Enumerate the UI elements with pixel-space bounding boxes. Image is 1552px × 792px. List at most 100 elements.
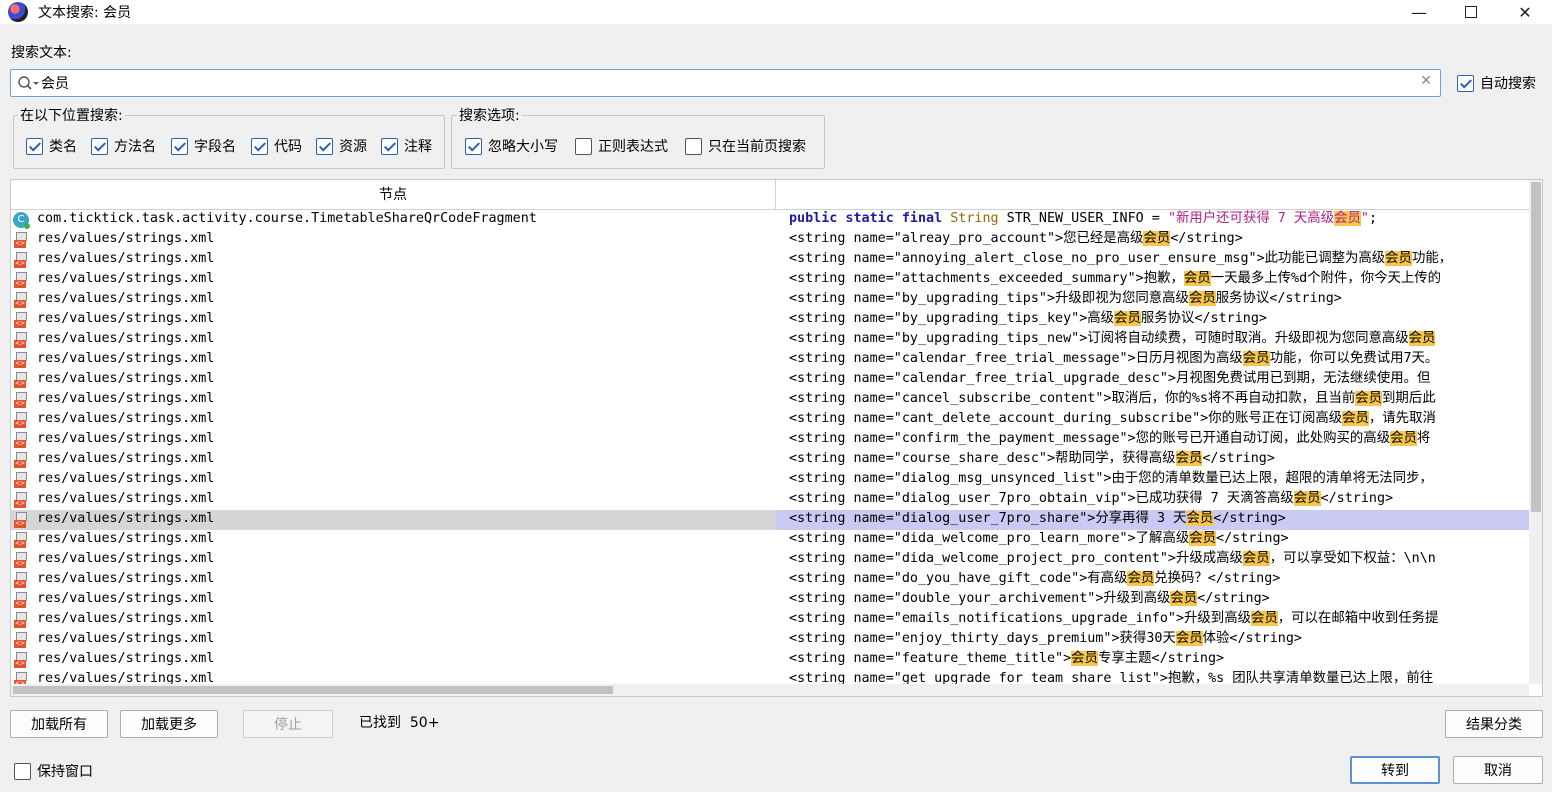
- table-row[interactable]: Ccom.ticktick.task.activity.course.Timet…: [11, 210, 1529, 230]
- table-row[interactable]: <> res/values/strings.xml <string name="do…: [11, 570, 1529, 590]
- option-checkbox-1[interactable]: 正则表达式: [575, 136, 668, 156]
- code-text: <string name="do_you_have_gift_code">有高级: [789, 571, 1128, 586]
- checkbox-box[interactable]: [91, 137, 108, 155]
- horizontal-scroll-thumb[interactable]: [13, 686, 613, 694]
- checkbox-box[interactable]: [251, 137, 268, 155]
- table-row[interactable]: <> res/values/strings.xml <string name="di…: [11, 550, 1529, 570]
- class-icon: C: [13, 212, 30, 229]
- clear-icon[interactable]: ✕: [1420, 73, 1432, 89]
- checkbox-box[interactable]: [171, 137, 188, 155]
- table-row[interactable]: <> res/values/strings.xml <string name="al…: [11, 230, 1529, 250]
- xml-resource-icon: <>: [14, 592, 28, 609]
- code-text: <string name="get_upgrade_for_team_share…: [789, 671, 1434, 684]
- load-all-button[interactable]: 加载所有: [10, 710, 108, 738]
- code-text: <string name="by_upgrading_tips">升级即视为您同…: [789, 291, 1189, 306]
- xml-resource-icon: <>: [14, 612, 28, 629]
- table-row[interactable]: <> res/values/strings.xml <string name="by…: [11, 330, 1529, 350]
- table-row[interactable]: <> res/values/strings.xml <string name="co…: [11, 450, 1529, 470]
- code-text: <string name="dialog_user_7pro_share">分享…: [789, 511, 1187, 526]
- code-text: </string>: [1216, 531, 1289, 546]
- location-checkbox-3[interactable]: 代码: [251, 136, 302, 156]
- match-highlight: 会员: [1188, 291, 1216, 306]
- code-cell: <string name="enjoy_thirty_days_premium"…: [776, 630, 1529, 650]
- vertical-scrollbar[interactable]: [1529, 180, 1542, 684]
- location-checkbox-2[interactable]: 字段名: [171, 136, 236, 156]
- xml-resource-icon: <>: [14, 392, 28, 409]
- code-text: 服务协议</string>: [1140, 311, 1267, 326]
- checkbox-box[interactable]: [14, 762, 31, 780]
- vertical-scroll-thumb[interactable]: [1531, 182, 1541, 512]
- node-cell: <> res/values/strings.xml: [11, 470, 776, 490]
- match-highlight: 会员: [1390, 431, 1417, 446]
- table-row[interactable]: <> res/values/strings.xml <string name="ca…: [11, 390, 1529, 410]
- code-text: 体验</string>: [1202, 631, 1302, 646]
- code-cell: <string name="by_upgrading_tips">升级即视为您同…: [776, 290, 1529, 310]
- table-row[interactable]: <> res/values/strings.xml <string name="ca…: [11, 350, 1529, 370]
- node-path: res/values/strings.xml: [37, 491, 215, 506]
- maximize-button[interactable]: [1448, 0, 1494, 24]
- code-cell: <string name="dialog_user_7pro_share">分享…: [776, 510, 1529, 530]
- close-window-button[interactable]: ✕: [1502, 0, 1548, 24]
- xml-resource-icon: <>: [14, 312, 28, 329]
- minimize-button[interactable]: —: [1396, 0, 1442, 24]
- column-header-node[interactable]: 节点: [11, 180, 776, 210]
- table-row[interactable]: <> res/values/strings.xml <string name="ca…: [11, 410, 1529, 430]
- location-checkbox-5[interactable]: 注释: [381, 136, 432, 156]
- code-text: <string name="dida_welcome_pro_learn_mor…: [789, 531, 1190, 546]
- node-path: res/values/strings.xml: [37, 551, 215, 566]
- table-row[interactable]: <> res/values/strings.xml <string name="di…: [11, 530, 1529, 550]
- table-row[interactable]: <> res/values/strings.xml <string name="di…: [11, 470, 1529, 490]
- keep-window-checkbox[interactable]: 保持窗口: [14, 761, 93, 781]
- horizontal-scrollbar[interactable]: [11, 684, 1529, 696]
- node-path: res/values/strings.xml: [37, 531, 215, 546]
- code-text: <string name="by_upgrading_tips_new">订阅将…: [789, 331, 1409, 346]
- search-icon[interactable]: [17, 75, 41, 93]
- node-path: res/values/strings.xml: [37, 391, 215, 406]
- checkbox-box[interactable]: [381, 137, 398, 155]
- table-row[interactable]: <> res/values/strings.xml <string name="do…: [11, 590, 1529, 610]
- checkbox-box[interactable]: [465, 137, 482, 155]
- goto-button[interactable]: 转到: [1350, 756, 1440, 784]
- table-row[interactable]: <> res/values/strings.xml <string name="en…: [11, 630, 1529, 650]
- table-row[interactable]: <> res/values/strings.xml <string name="an…: [11, 250, 1529, 270]
- xml-resource-icon: <>: [14, 252, 28, 269]
- checkbox-box[interactable]: [316, 137, 333, 155]
- table-row[interactable]: <> res/values/strings.xml <string name="by…: [11, 290, 1529, 310]
- auto-search-checkbox[interactable]: 自动搜索: [1457, 73, 1536, 93]
- table-row[interactable]: <> res/values/strings.xml <string name="di…: [11, 510, 1529, 530]
- match-highlight: 会员: [1186, 511, 1214, 526]
- search-input[interactable]: [41, 72, 1421, 94]
- code-cell: <string name="feature_theme_title">会员专享主…: [776, 650, 1529, 670]
- table-row[interactable]: <> res/values/strings.xml <string name="fe…: [11, 650, 1529, 670]
- stop-button[interactable]: 停止: [243, 710, 333, 738]
- cancel-button[interactable]: 取消: [1453, 756, 1543, 784]
- app-logo-icon: [8, 2, 28, 22]
- code-cell: <string name="cant_delete_account_during…: [776, 410, 1529, 430]
- node-path: res/values/strings.xml: [37, 631, 215, 646]
- option-checkbox-2[interactable]: 只在当前页搜索: [685, 136, 806, 156]
- match-highlight: 会员: [1408, 331, 1436, 346]
- location-option-label: 代码: [274, 139, 302, 155]
- checkbox-box[interactable]: [685, 137, 702, 155]
- checkbox-box[interactable]: [575, 137, 592, 155]
- xml-resource-icon: <>: [14, 372, 28, 389]
- table-row[interactable]: <> res/values/strings.xml <string name="co…: [11, 430, 1529, 450]
- code-text: 一天最多上传%d个附件，你今天上传的: [1210, 271, 1442, 286]
- table-row[interactable]: <> res/values/strings.xml <string name="ge…: [11, 670, 1529, 684]
- results-rows: Ccom.ticktick.task.activity.course.Timet…: [11, 210, 1529, 684]
- option-checkbox-0[interactable]: 忽略大小写: [465, 136, 558, 156]
- location-checkbox-4[interactable]: 资源: [316, 136, 367, 156]
- location-checkbox-1[interactable]: 方法名: [91, 136, 156, 156]
- load-more-button[interactable]: 加载更多: [120, 710, 218, 738]
- match-highlight: 会员: [1183, 271, 1211, 286]
- checkbox-box[interactable]: [1457, 74, 1474, 92]
- table-row[interactable]: <> res/values/strings.xml <string name="di…: [11, 490, 1529, 510]
- code-text: <string name="double_your_archivement">升…: [789, 591, 1171, 606]
- location-checkbox-0[interactable]: 类名: [26, 136, 77, 156]
- classify-results-button[interactable]: 结果分类: [1445, 710, 1543, 738]
- checkbox-box[interactable]: [26, 137, 43, 155]
- table-row[interactable]: <> res/values/strings.xml <string name="em…: [11, 610, 1529, 630]
- table-row[interactable]: <> res/values/strings.xml <string name="at…: [11, 270, 1529, 290]
- table-row[interactable]: <> res/values/strings.xml <string name="by…: [11, 310, 1529, 330]
- table-row[interactable]: <> res/values/strings.xml <string name="ca…: [11, 370, 1529, 390]
